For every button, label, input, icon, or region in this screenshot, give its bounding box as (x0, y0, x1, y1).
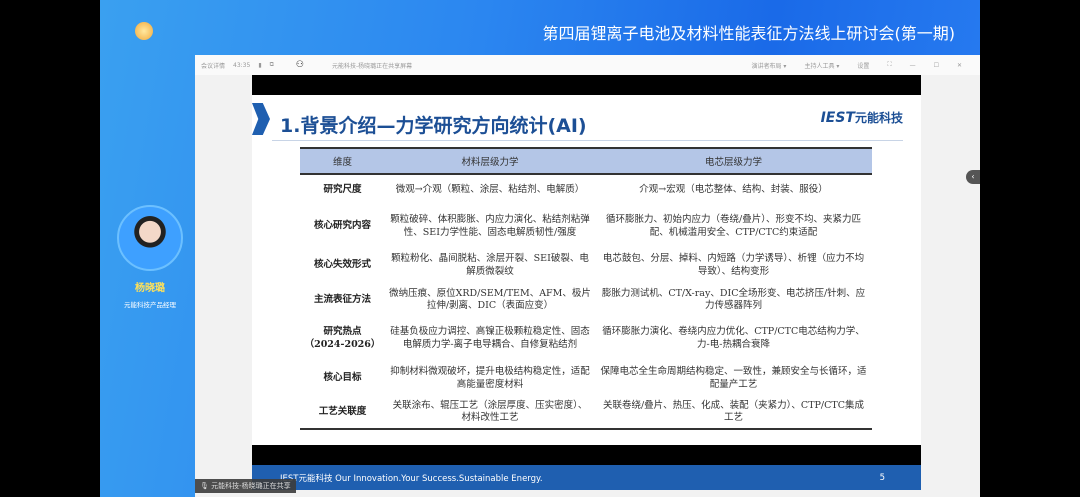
row-label: 核心失效形式 (313, 259, 371, 271)
table-row: 核心失效形式 颗粒粉化、晶间脱粘、涂层开裂、SEI破裂、电解质微裂纹 电芯鼓包、分层… (300, 247, 872, 284)
row-label: 主流表征方法 (313, 293, 371, 305)
table-header: 维度 (300, 147, 385, 175)
divider (272, 140, 903, 141)
table-cell: 循环膨胀力、初始内应力（卷绕/叠片）、形变不均、夹紧力匹配、机械滥用安全、CTP… (606, 214, 861, 238)
collapse-side-button[interactable]: ‹ (966, 170, 980, 184)
app-logo-icon (135, 22, 153, 40)
table-cell: 微观→介观（颗粒、涂层、粘结剂、电解质） (395, 184, 585, 196)
row-label: 研究热点（2024-2026） (304, 326, 381, 350)
layout-button[interactable]: 演讲者布局 ▾ (752, 61, 787, 70)
row-label: 核心目标 (323, 372, 362, 384)
speaker-avatar (117, 205, 183, 271)
meeting-info-button[interactable]: 会议详情 (201, 61, 225, 70)
row-label: 研究尺度 (323, 184, 362, 196)
slide-footer: IEST元能科技 Our Innovation.Your Success.Sus… (252, 465, 921, 490)
sharing-tag: 🎙 元能科技-杨晓璐正在共享 (195, 479, 296, 493)
close-icon[interactable]: ✕ (957, 62, 962, 69)
table-row: 主流表征方法 微纳压痕、原位XRD/SEM/TEM、AFM、极片拉伸/剥离、DIC… (300, 284, 872, 316)
table-cell: 保障电芯全生命周期结构稳定、一致性，兼顾安全与长循环，适配量产工艺 (600, 366, 867, 390)
table-cell: 硅基负极应力调控、高镍正极颗粒稳定性、固态电解质力学-离子电导耦合、自修复粘结剂 (390, 326, 590, 350)
table-row: 核心目标 抑制材料微观破坏，提升电极结构稳定性，适配高能量密度材料 保障电芯全生命周… (300, 361, 872, 396)
maximize-icon[interactable]: ☐ (934, 62, 939, 69)
table-header: 材料层级力学 (385, 147, 595, 175)
speaker-role: 元能科技产品经理 (124, 301, 176, 309)
table-cell: 电芯鼓包、分层、掉料、内短路（力学诱导）、析锂（应力不均导致）、结构变形 (602, 253, 865, 277)
table-cell: 抑制材料微观破坏，提升电极结构稳定性，适配高能量密度材料 (390, 366, 590, 390)
sharing-tag-label: 元能科技-杨晓璐正在共享 (211, 482, 291, 490)
iest-logo: IEST元能科技 (820, 110, 903, 126)
footer-text: IEST元能科技 Our Innovation.Your Success.Sus… (280, 473, 543, 484)
row-label: 核心研究内容 (313, 220, 371, 232)
shared-screen: 1.背景介绍—力学研究方向统计(AI) IEST元能科技 维度 材料层级力学 电… (252, 75, 921, 490)
chevron-icon (252, 103, 270, 135)
recording-icon[interactable]: ⚇ (296, 60, 304, 70)
sharing-status[interactable]: 元能科技-杨晓璐正在共享屏幕 (332, 61, 412, 70)
table-cell: 颗粒破碎、体积膨胀、内应力演化、粘结剂粘弹性、SEI力学性能、固态电解质韧性/强… (390, 214, 590, 238)
settings-button[interactable]: 设置 (857, 61, 869, 70)
table-cell: 微纳压痕、原位XRD/SEM/TEM、AFM、极片拉伸/剥离、DIC（表面应变） (389, 287, 591, 312)
host-tools-button[interactable]: 主持人工具 ▾ (804, 61, 839, 70)
row-label: 工艺关联度 (300, 396, 385, 430)
banner-title: 第四届锂离子电池及材料性能表征方法线上研讨会(第一期) (542, 24, 956, 43)
signal-icon: ▮ (258, 61, 262, 69)
speaker-name: 杨晓璐 (135, 283, 165, 294)
comparison-table: 维度 材料层级力学 电芯层级力学 研究尺度 微观→介观（颗粒、涂层、粘结剂、电解质… (300, 147, 872, 430)
meeting-toolbar: 会议详情 43:35 ▮ ⧉ ⚇ 元能科技-杨晓璐正在共享屏幕 演讲者布局 ▾ … (195, 55, 980, 75)
table-cell: 膨胀力测试机、CT/X-ray、DIC全场形变、电芯挤压/针刺、应力传感器阵列 (601, 287, 866, 312)
table-row: 核心研究内容 颗粒破碎、体积膨胀、内应力演化、粘结剂粘弹性、SEI力学性能、固态电… (300, 206, 872, 247)
slide-title: 1.背景介绍—力学研究方向统计(AI) (280, 115, 587, 137)
minimize-icon[interactable]: — (910, 62, 916, 69)
table-row: 工艺关联度 关联涂布、辊压工艺（涂层厚度、压实密度）、材料改性工艺 关联卷绕/叠片、… (300, 396, 872, 430)
table-cell: 关联卷绕/叠片、热压、化成、装配（夹紧力）、CTP/CTC集成工艺 (595, 396, 872, 430)
page-number: 5 (879, 472, 885, 483)
popout-icon[interactable]: ⧉ (270, 61, 274, 69)
table-cell: 介观→宏观（电芯整体、结构、封装、服役） (639, 184, 828, 196)
table-cell: 颗粒粉化、晶间脱粘、涂层开裂、SEI破裂、电解质微裂纹 (391, 253, 589, 277)
fullscreen-icon[interactable]: ⛶ (887, 61, 891, 69)
table-row: 研究热点（2024-2026） 硅基负极应力调控、高镍正极颗粒稳定性、固态电解质力… (300, 316, 872, 361)
table-row: 研究尺度 微观→介观（颗粒、涂层、粘结剂、电解质） 介观→宏观（电芯整体、结构、封装… (300, 174, 872, 206)
slide: 1.背景介绍—力学研究方向统计(AI) IEST元能科技 维度 材料层级力学 电… (252, 95, 921, 490)
table-cell: 循环膨胀力演化、卷绕内应力优化、CTP/CTC电芯结构力学、力-电-热耦合衰降 (602, 326, 865, 350)
table-cell: 关联涂布、辊压工艺（涂层厚度、压实密度）、材料改性工艺 (385, 396, 595, 430)
timer: 43:35 (233, 61, 251, 69)
table-header: 电芯层级力学 (595, 147, 872, 175)
speaker-card: 杨晓璐 元能科技产品经理 (108, 200, 192, 310)
